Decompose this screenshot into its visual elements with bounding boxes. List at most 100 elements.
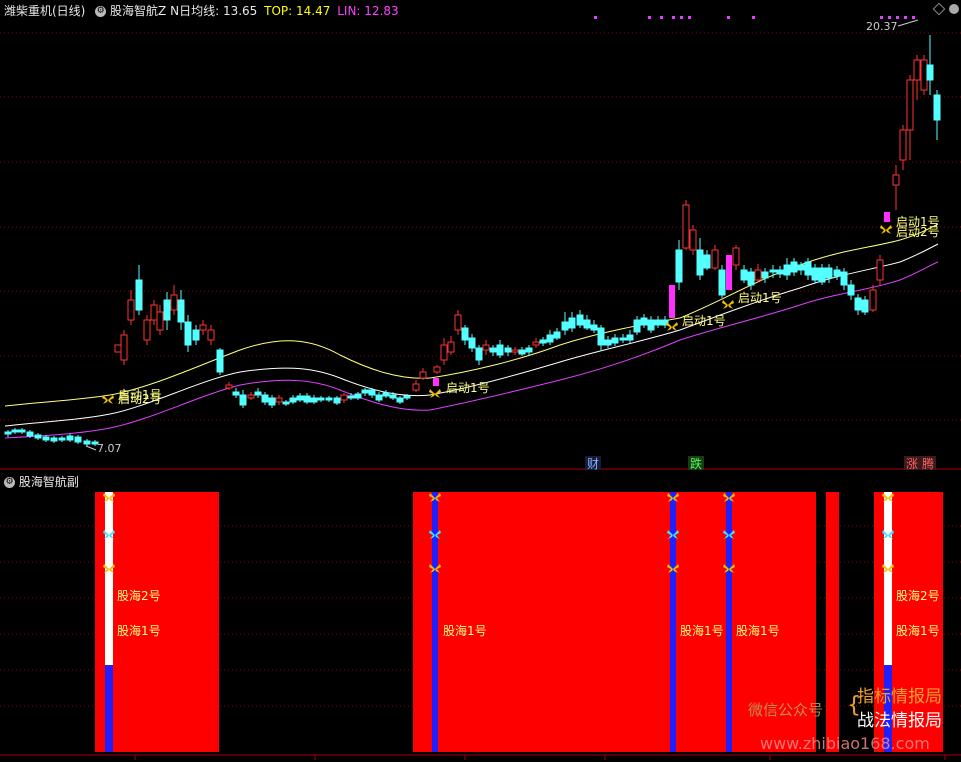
candle-body	[811, 267, 819, 281]
candle-body	[303, 395, 311, 403]
candle-body	[926, 64, 934, 81]
candle-body	[454, 314, 462, 331]
candle-body	[518, 349, 526, 355]
candle-body	[361, 389, 369, 394]
candle-body	[66, 435, 74, 441]
candle-body	[825, 267, 833, 279]
candle-body	[906, 79, 914, 131]
candle-body	[143, 319, 151, 341]
candle-body	[156, 311, 164, 331]
main-grid	[0, 32, 961, 421]
candle-body	[239, 394, 247, 406]
watermark-site: www.zhibiao168.com	[760, 734, 930, 753]
candle-body	[611, 337, 619, 344]
marker-zhang: 涨	[906, 456, 918, 471]
candle-body	[604, 339, 612, 346]
candle-body	[170, 294, 178, 311]
candle-body	[482, 344, 490, 351]
candle-body	[375, 394, 383, 401]
candle-body	[861, 299, 869, 313]
signal-dots	[594, 16, 915, 19]
candle-body	[640, 317, 648, 326]
candle-body	[296, 395, 304, 401]
guhai1-label-c: 股海1号	[680, 623, 724, 638]
candle-body	[74, 436, 82, 443]
candle-body	[368, 389, 376, 396]
guhai2-label-e: 股海2号	[896, 588, 940, 603]
close-icon[interactable]	[949, 4, 959, 14]
candle-body	[654, 319, 662, 326]
candle-body	[847, 284, 855, 296]
candle-body	[626, 334, 634, 341]
guhai2-label-a: 股海2号	[117, 588, 161, 603]
candle-body	[403, 395, 411, 399]
candle-body	[177, 299, 185, 323]
candle-body	[776, 269, 784, 275]
candle-body	[532, 341, 540, 346]
candle-body	[496, 344, 504, 356]
candle-body	[711, 249, 719, 269]
candle-body	[333, 397, 341, 404]
watermark-line1: 指标情报局	[857, 687, 942, 707]
watermark-account: 微信公众号	[748, 701, 823, 719]
candle-body	[347, 395, 355, 399]
avg-line	[4, 223, 939, 407]
candle-body	[120, 334, 128, 361]
candle-body	[275, 397, 283, 403]
candle-body	[876, 259, 884, 281]
low-price-label: 7.07	[97, 442, 122, 455]
candle-body	[933, 94, 941, 121]
candle-body	[511, 349, 519, 353]
candle-body	[899, 129, 907, 161]
candle-body	[647, 319, 655, 331]
signal-qidong2-a: 启动2号	[118, 392, 162, 406]
candle-body	[412, 383, 420, 391]
candle-body	[127, 299, 135, 321]
signal-qidong1-b: 启动1号	[446, 381, 490, 395]
candle-body	[216, 349, 224, 373]
candle-body	[396, 397, 404, 403]
time-ticks	[134, 755, 946, 760]
candle-body	[461, 327, 469, 341]
candle-body	[192, 329, 200, 341]
candle-body	[689, 229, 697, 251]
candle-body	[732, 247, 740, 266]
signal-candle	[669, 285, 675, 318]
candle-body	[869, 289, 877, 311]
diamond-icon[interactable]	[932, 2, 946, 16]
candle-body	[261, 394, 269, 403]
candle-body	[840, 271, 848, 286]
candle-body	[703, 254, 711, 269]
candle-body	[4, 431, 12, 435]
candle-body	[583, 319, 591, 329]
chart-canvas[interactable]: 20.37 7.07 启动1号 启动2号 启动1号 启动1号 启动1号 启动1号…	[0, 0, 961, 762]
marker-teng: 腾	[922, 456, 934, 471]
candle-body	[754, 269, 762, 281]
signal-qidong2-e: 启动2号	[896, 225, 940, 239]
candle-body	[163, 299, 171, 321]
candle-body	[247, 394, 255, 399]
candle-body	[207, 329, 215, 341]
candle-body	[597, 327, 605, 346]
guhai1-label-e: 股海1号	[896, 623, 940, 638]
candle-body	[818, 267, 826, 283]
candle-body	[769, 269, 777, 273]
candle-body	[576, 314, 584, 326]
candle-body	[11, 429, 19, 433]
candle-body	[58, 437, 66, 441]
guhai1-label-d: 股海1号	[736, 623, 780, 638]
guhai1-label-a: 股海1号	[117, 623, 161, 638]
high-price-label: 20.37	[866, 20, 898, 33]
candle-body	[184, 321, 192, 346]
candle-body	[489, 347, 497, 353]
candle-body	[199, 324, 207, 331]
candle-body	[539, 339, 547, 344]
candle-body	[920, 59, 928, 91]
candle-body	[282, 401, 290, 405]
candle-body	[325, 397, 333, 401]
candle-body	[419, 371, 427, 379]
watermark-line2: 战法情报局	[857, 711, 942, 731]
candle-body	[26, 431, 34, 437]
candle-body	[504, 347, 512, 353]
candle-body	[150, 304, 158, 321]
